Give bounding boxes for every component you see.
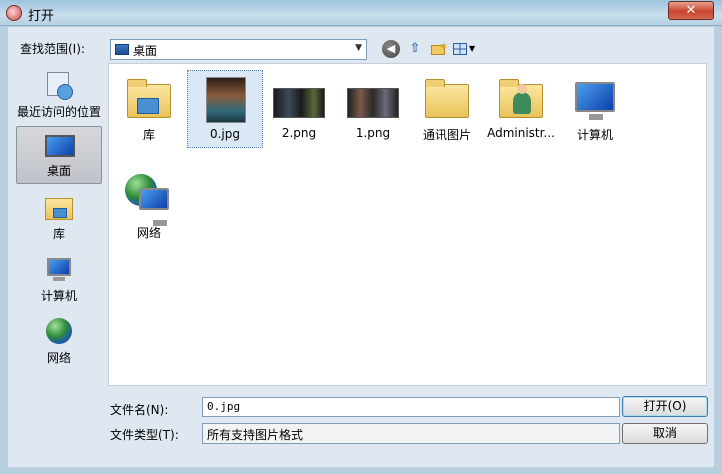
open-button[interactable]: 打开(O) (622, 396, 708, 417)
computer-icon (569, 74, 621, 122)
file-name: Administr... (487, 126, 555, 140)
library-icon (43, 192, 75, 222)
back-arrow-icon: ◀ (386, 42, 396, 55)
chevron-down-icon: ▼ (355, 43, 362, 53)
window-title: 打开 (28, 9, 55, 24)
places-bar: 最近访问的位置 桌面 库 计算机 网络 (14, 64, 104, 456)
file-name-label: 文件名(N): (110, 403, 169, 417)
image-thumbnail-icon (200, 75, 252, 123)
place-recent[interactable]: 最近访问的位置 (16, 66, 102, 124)
new-folder-button[interactable]: ✶ (430, 40, 448, 58)
library-folder-icon (123, 74, 175, 122)
view-grid-icon (453, 43, 467, 55)
file-name: 通讯图片 (422, 128, 471, 142)
folder-icon (421, 74, 473, 122)
file-item-1png[interactable]: 1.png (335, 70, 411, 148)
place-library[interactable]: 库 (16, 188, 102, 246)
file-item-network[interactable]: 网络 (111, 168, 187, 246)
place-label: 桌面 (46, 164, 71, 178)
up-one-level-button[interactable]: ⇧ (406, 40, 424, 58)
file-item-computer[interactable]: 计算机 (557, 70, 633, 148)
file-name: 网络 (136, 226, 161, 240)
file-name-input[interactable]: 0.jpg (202, 397, 620, 417)
computer-icon (43, 254, 75, 284)
file-type-label: 文件类型(T): (110, 428, 179, 442)
place-computer[interactable]: 计算机 (16, 250, 102, 308)
sparkle-icon: ✶ (439, 40, 449, 53)
file-type-select[interactable]: 所有支持图片格式 (202, 423, 620, 444)
file-name: 库 (142, 128, 155, 142)
recent-places-icon (43, 70, 75, 100)
file-item-2png[interactable]: 2.png (261, 70, 337, 148)
close-button[interactable]: ✕ (668, 1, 714, 20)
app-icon (6, 5, 22, 21)
file-list[interactable]: 库 0.jpg 2.png 1.png 通讯图片 Administr... 计算… (108, 63, 707, 386)
place-network[interactable]: 网络 (16, 312, 102, 370)
chevron-down-icon: ▼ (469, 44, 476, 53)
up-folder-icon: ⇧ (409, 41, 421, 56)
network-icon (43, 316, 75, 346)
file-name: 0.jpg (209, 127, 241, 141)
file-name: 2.png (281, 126, 317, 140)
desktop-icon (115, 44, 129, 55)
place-label: 库 (52, 227, 65, 241)
place-label: 最近访问的位置 (16, 105, 101, 119)
file-item-library[interactable]: 库 (111, 70, 187, 148)
screenshot-thumbnail-icon (273, 74, 325, 122)
user-folder-icon (495, 74, 547, 122)
file-name: 计算机 (576, 128, 613, 142)
look-in-combobox[interactable]: 桌面 ▼ (110, 39, 367, 60)
place-label: 网络 (46, 351, 71, 365)
place-desktop[interactable]: 桌面 (16, 126, 102, 184)
look-in-value: 桌面 (133, 44, 158, 58)
file-item-administrator[interactable]: Administr... (483, 70, 559, 148)
file-item-0jpg[interactable]: 0.jpg (187, 70, 263, 148)
view-menu-button[interactable]: ▼ (452, 40, 478, 58)
network-icon (123, 172, 175, 226)
file-item-folder[interactable]: 通讯图片 (409, 70, 485, 148)
desktop-icon (44, 131, 76, 161)
back-button[interactable]: ◀ (382, 40, 400, 58)
place-label: 计算机 (40, 289, 77, 303)
title-bar: 打开 ✕ (0, 0, 722, 26)
screenshot-thumbnail-icon (347, 74, 399, 122)
close-icon: ✕ (685, 3, 697, 18)
file-name: 1.png (355, 126, 391, 140)
look-in-label: 查找范围(I): (20, 42, 85, 56)
cancel-button[interactable]: 取消 (622, 423, 708, 444)
